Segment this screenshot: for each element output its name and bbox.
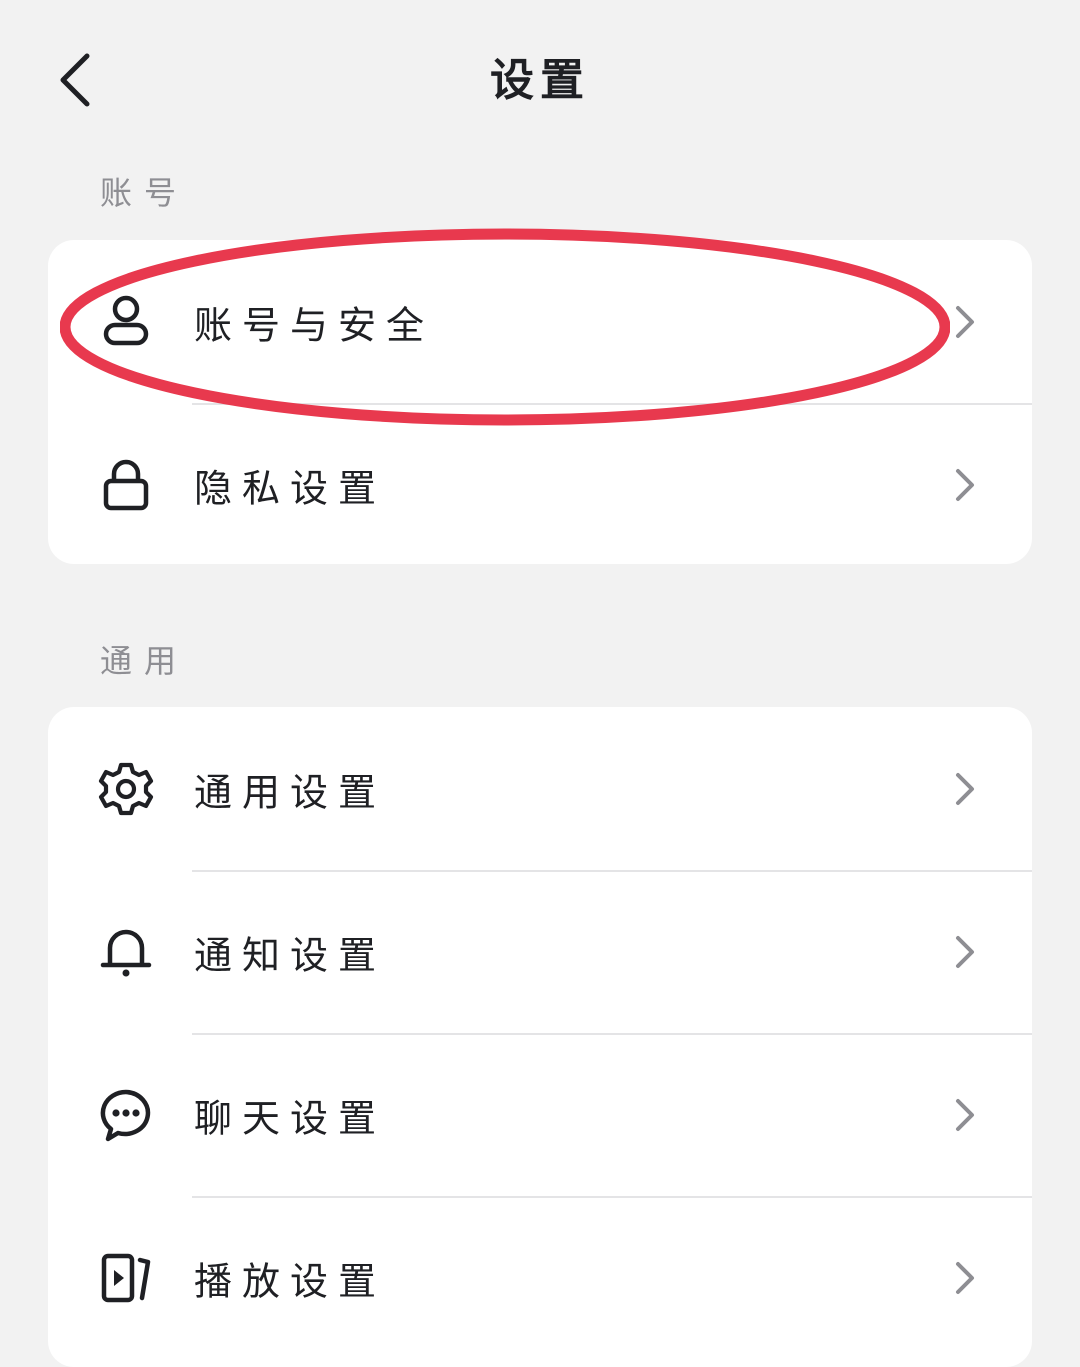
settings-item-playback[interactable]: 播放设置 <box>48 1196 1032 1359</box>
general-card: 通用设置 通知设置 聊天设置 播放设置 <box>48 707 1032 1367</box>
gear-icon <box>96 759 156 819</box>
header-bar: 设置 <box>0 0 1080 150</box>
chevron-right-icon <box>950 302 980 342</box>
chevron-right-icon <box>950 932 980 972</box>
user-icon <box>96 292 156 352</box>
section-label-account: 账号 <box>100 174 189 212</box>
divider <box>192 1033 1032 1035</box>
settings-item-label: 播放设置 <box>194 1259 387 1303</box>
account-card: 账号与安全 隐私设置 <box>48 240 1032 564</box>
lock-icon <box>96 455 156 515</box>
page-title: 设置 <box>490 55 590 106</box>
chat-bubble-icon <box>96 1085 156 1145</box>
chevron-right-icon <box>950 465 980 505</box>
settings-item-label: 通用设置 <box>194 770 387 814</box>
settings-item-account-security[interactable]: 账号与安全 <box>48 240 1032 403</box>
settings-item-label: 聊天设置 <box>194 1096 387 1140</box>
chevron-right-icon <box>950 769 980 809</box>
settings-item-label: 账号与安全 <box>194 303 435 347</box>
settings-item-privacy[interactable]: 隐私设置 <box>48 403 1032 564</box>
chevron-right-icon <box>950 1095 980 1135</box>
chevron-right-icon <box>950 1258 980 1298</box>
settings-item-label: 通知设置 <box>194 933 387 977</box>
settings-item-general[interactable]: 通用设置 <box>48 707 1032 870</box>
divider <box>192 403 1032 405</box>
divider <box>192 870 1032 872</box>
divider <box>192 1196 1032 1198</box>
settings-item-notification[interactable]: 通知设置 <box>48 870 1032 1033</box>
settings-item-chat[interactable]: 聊天设置 <box>48 1033 1032 1196</box>
play-icon <box>96 1248 156 1308</box>
settings-item-label: 隐私设置 <box>194 466 387 510</box>
section-label-general: 通用 <box>100 642 189 680</box>
bell-icon <box>96 922 156 982</box>
